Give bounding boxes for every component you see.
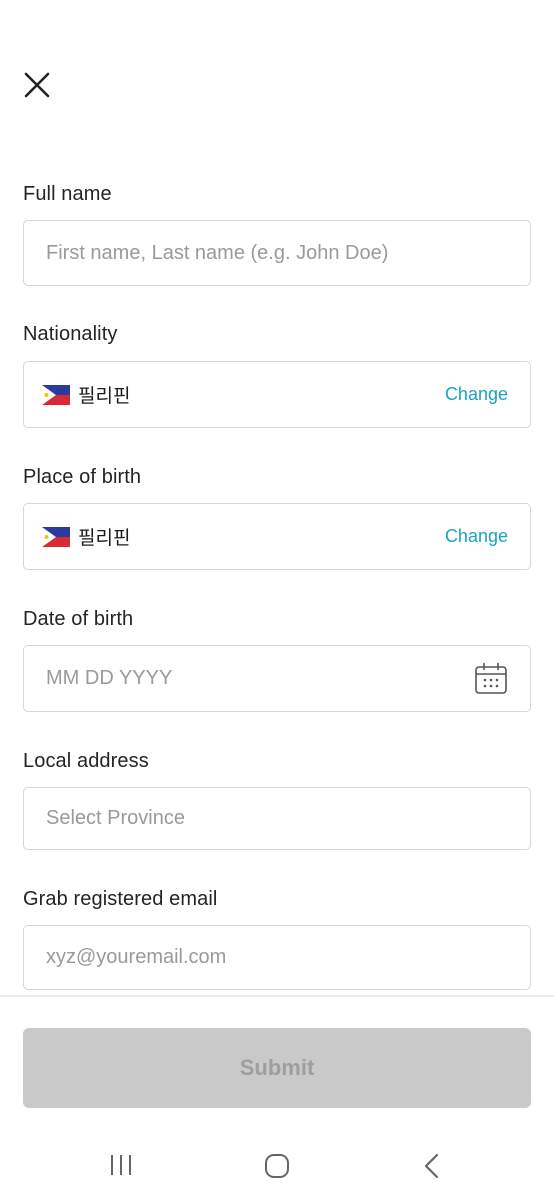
place-of-birth-change-link[interactable]: Change bbox=[445, 526, 508, 547]
place-of-birth-field[interactable]: 필리핀 Change bbox=[23, 503, 531, 570]
philippines-flag-icon bbox=[42, 526, 70, 547]
full-name-placeholder: First name, Last name (e.g. John Doe) bbox=[46, 241, 389, 264]
back-icon bbox=[424, 1153, 439, 1179]
local-address-select[interactable]: Select Province bbox=[23, 787, 531, 850]
home-button[interactable] bbox=[263, 1152, 291, 1180]
calendar-icon[interactable] bbox=[474, 662, 508, 696]
philippines-flag-icon bbox=[42, 384, 70, 405]
divider bbox=[0, 995, 554, 997]
date-of-birth-label: Date of birth bbox=[23, 608, 134, 630]
system-nav-bar bbox=[0, 1130, 554, 1200]
back-button[interactable] bbox=[420, 1152, 444, 1180]
nationality-label: Nationality bbox=[23, 323, 118, 345]
place-of-birth-label: Place of birth bbox=[23, 466, 142, 488]
full-name-label: Full name bbox=[23, 183, 112, 205]
grab-email-placeholder: xyz@youremail.com bbox=[46, 946, 227, 968]
home-icon bbox=[265, 1154, 289, 1178]
local-address-label: Local address bbox=[23, 750, 149, 772]
local-address-placeholder: Select Province bbox=[46, 807, 185, 829]
grab-email-input[interactable]: xyz@youremail.com bbox=[23, 925, 531, 990]
date-of-birth-input[interactable]: MM DD YYYY bbox=[23, 645, 531, 712]
nationality-field[interactable]: 필리핀 Change bbox=[23, 361, 531, 428]
recent-apps-button[interactable] bbox=[108, 1152, 134, 1178]
grab-email-label: Grab registered email bbox=[23, 888, 218, 910]
place-of-birth-value: 필리핀 bbox=[78, 528, 131, 549]
submit-button[interactable]: Submit bbox=[23, 1028, 531, 1108]
nationality-change-link[interactable]: Change bbox=[445, 384, 508, 405]
date-of-birth-placeholder: MM DD YYYY bbox=[46, 667, 173, 689]
close-icon bbox=[24, 72, 50, 98]
close-button[interactable] bbox=[18, 66, 56, 104]
full-name-input[interactable]: First name, Last name (e.g. John Doe) bbox=[23, 220, 531, 286]
nationality-value: 필리핀 bbox=[78, 386, 131, 407]
recent-apps-icon bbox=[111, 1155, 131, 1175]
